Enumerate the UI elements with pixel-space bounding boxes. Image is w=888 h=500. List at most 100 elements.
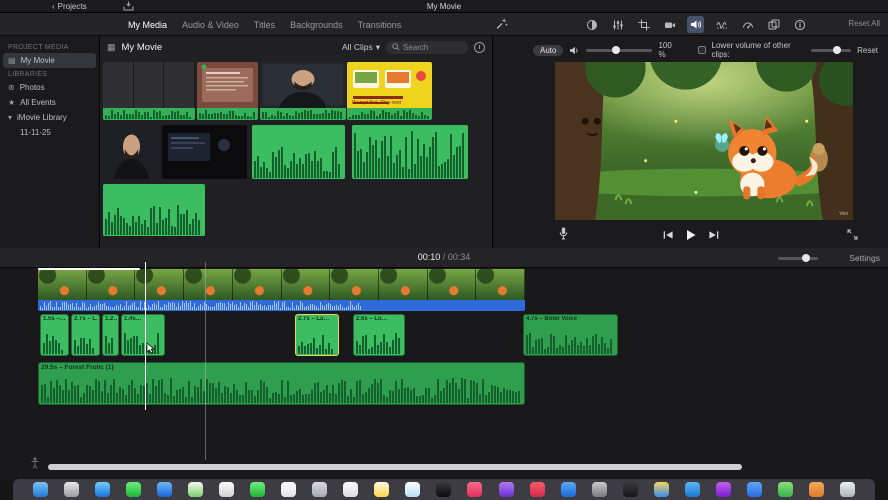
sidebar-item-photos[interactable]: ⊛ Photos: [0, 80, 99, 95]
dock-icon-imovie[interactable]: [715, 482, 731, 497]
speaker-icon[interactable]: [569, 46, 580, 55]
dock-icon-numbers[interactable]: [777, 482, 793, 497]
dock-icon-trash[interactable]: [839, 482, 855, 497]
filmstrip-frame[interactable]: [184, 269, 233, 300]
reset-all-button[interactable]: Reset All: [848, 19, 880, 28]
dock-icon-terminal[interactable]: [622, 482, 638, 497]
dock-icon-safari[interactable]: [95, 482, 111, 497]
horizontal-scrollbar[interactable]: [48, 464, 742, 470]
search-input[interactable]: Search: [386, 40, 468, 54]
dock-icon-news[interactable]: [529, 482, 545, 497]
filmstrip-frame[interactable]: [427, 269, 477, 300]
tab-my-media[interactable]: My Media: [128, 20, 167, 30]
tab-audio-video[interactable]: Audio & Video: [182, 20, 239, 30]
dock-icon-calendar[interactable]: [281, 482, 297, 497]
media-thumbnail-presenter-2[interactable]: [103, 125, 160, 179]
filmstrip-frame[interactable]: [281, 269, 331, 300]
dock-icon-maps[interactable]: [188, 482, 204, 497]
dock-icon-pages[interactable]: [808, 482, 824, 497]
color-correction-icon[interactable]: [609, 16, 626, 33]
filmstrip-frame[interactable]: [330, 269, 379, 300]
media-thumbnail-text-card[interactable]: [197, 62, 258, 120]
enhance-wand-icon[interactable]: [495, 17, 508, 30]
noise-reduction-icon[interactable]: [713, 16, 730, 33]
dock-icon-tv[interactable]: [436, 482, 452, 497]
dock-icon-keynote[interactable]: [746, 482, 762, 497]
media-thumbnail-presenter[interactable]: [260, 62, 346, 120]
filmstrip-frame[interactable]: [135, 269, 185, 300]
info-icon[interactable]: [791, 16, 808, 33]
audio-clip-voiceover[interactable]: 4.7s – Bobo Voice: [523, 314, 618, 356]
audio-clip-selected[interactable]: 2.7s – La…: [295, 314, 339, 356]
color-balance-icon[interactable]: [583, 16, 600, 33]
dock-icon-photos[interactable]: [219, 482, 235, 497]
media-thumbnail-screen-recording[interactable]: [162, 125, 247, 179]
media-thumbnail-prompt-card[interactable]: Prompt first, Play next: [347, 62, 432, 120]
tab-transitions[interactable]: Transitions: [358, 20, 402, 30]
auto-volume-button[interactable]: Auto: [533, 44, 564, 56]
filmstrip-frame[interactable]: [476, 269, 525, 300]
video-audio-waveform[interactable]: [38, 300, 525, 311]
audio-clip[interactable]: 1.2…: [102, 314, 119, 356]
play-button[interactable]: [685, 229, 696, 241]
dock-icon-messages[interactable]: [126, 482, 142, 497]
timeline-zoom-slider[interactable]: [778, 254, 818, 262]
dock-icon-launchpad[interactable]: [64, 482, 80, 497]
lower-volume-slider[interactable]: [811, 45, 852, 54]
dock-icon-podcasts[interactable]: [498, 482, 514, 497]
dock-icon-music[interactable]: [467, 482, 483, 497]
video-preview[interactable]: Veo: [555, 62, 853, 220]
timeline-settings-button[interactable]: Settings: [849, 253, 880, 263]
media-thumbnail-audio-clip-1[interactable]: [252, 125, 345, 179]
audio-clip[interactable]: 1.5s –…: [40, 314, 69, 356]
audio-clip[interactable]: 1.4s…: [121, 314, 165, 356]
crop-icon[interactable]: [635, 16, 652, 33]
lower-volume-checkbox[interactable]: [697, 46, 706, 54]
dock-icon-freeform[interactable]: [405, 482, 421, 497]
timeline-filmstrip[interactable]: [38, 269, 525, 300]
dock-icon-contacts[interactable]: [312, 482, 328, 497]
tab-backgrounds[interactable]: Backgrounds: [290, 20, 343, 30]
audio-clip[interactable]: 2.6s – Lu…: [353, 314, 405, 356]
sidebar-item-all-events[interactable]: ★ All Events: [0, 95, 99, 110]
media-thumbnail-audio-clip-3[interactable]: [103, 184, 205, 236]
filmstrip-frame[interactable]: [38, 269, 87, 300]
skip-forward-button[interactable]: [708, 230, 719, 240]
filmstrip-frame[interactable]: [378, 269, 428, 300]
dock-icon-vscode[interactable]: [684, 482, 700, 497]
sidebar-item-my-movie[interactable]: ▤ My Movie: [3, 53, 96, 68]
sidebar-item-imovie-library[interactable]: ▾ iMovie Library: [0, 110, 99, 125]
volume-slider-knob[interactable]: [612, 45, 621, 54]
voiceover-mic-icon[interactable]: [559, 227, 568, 240]
dock-icon-app-store[interactable]: [560, 482, 576, 497]
filmstrip-frame[interactable]: [232, 269, 282, 300]
lower-volume-slider-knob[interactable]: [833, 45, 842, 54]
media-thumbnail-forest-clip[interactable]: [103, 62, 195, 120]
audio-clip[interactable]: 2.7s – L…: [71, 314, 100, 356]
dock-icon-facetime[interactable]: [250, 482, 266, 497]
grid-view-icon[interactable]: ▦: [107, 42, 116, 53]
stabilization-icon[interactable]: [661, 16, 678, 33]
skip-back-button[interactable]: [662, 230, 673, 240]
fullscreen-icon[interactable]: [847, 229, 858, 240]
tab-titles[interactable]: Titles: [254, 20, 275, 30]
clips-filter-dropdown[interactable]: All Clips ▾: [342, 42, 380, 53]
effects-icon[interactable]: [765, 16, 782, 33]
media-thumbnail-audio-clip-2[interactable]: [352, 125, 468, 179]
playhead[interactable]: [145, 262, 146, 410]
clip-duration-icon[interactable]: [474, 41, 485, 53]
back-to-projects-button[interactable]: ‹ Projects: [52, 2, 87, 11]
import-media-icon[interactable]: [123, 1, 134, 11]
reset-volume-button[interactable]: Reset: [857, 46, 878, 55]
dock-icon-finder[interactable]: [33, 482, 49, 497]
dock-icon-mail[interactable]: [157, 482, 173, 497]
sidebar-item-library-event[interactable]: 11-11-25: [0, 125, 99, 140]
dock-icon-chrome[interactable]: [653, 482, 669, 497]
music-clip[interactable]: 29.5s – Forest Frolic (1): [38, 362, 525, 405]
dock-icon-reminders[interactable]: [343, 482, 359, 497]
speed-icon[interactable]: [739, 16, 756, 33]
dock-icon-system-settings[interactable]: [591, 482, 607, 497]
volume-slider[interactable]: [586, 45, 653, 54]
zoom-slider-knob[interactable]: [802, 254, 810, 262]
volume-icon[interactable]: [687, 16, 704, 33]
